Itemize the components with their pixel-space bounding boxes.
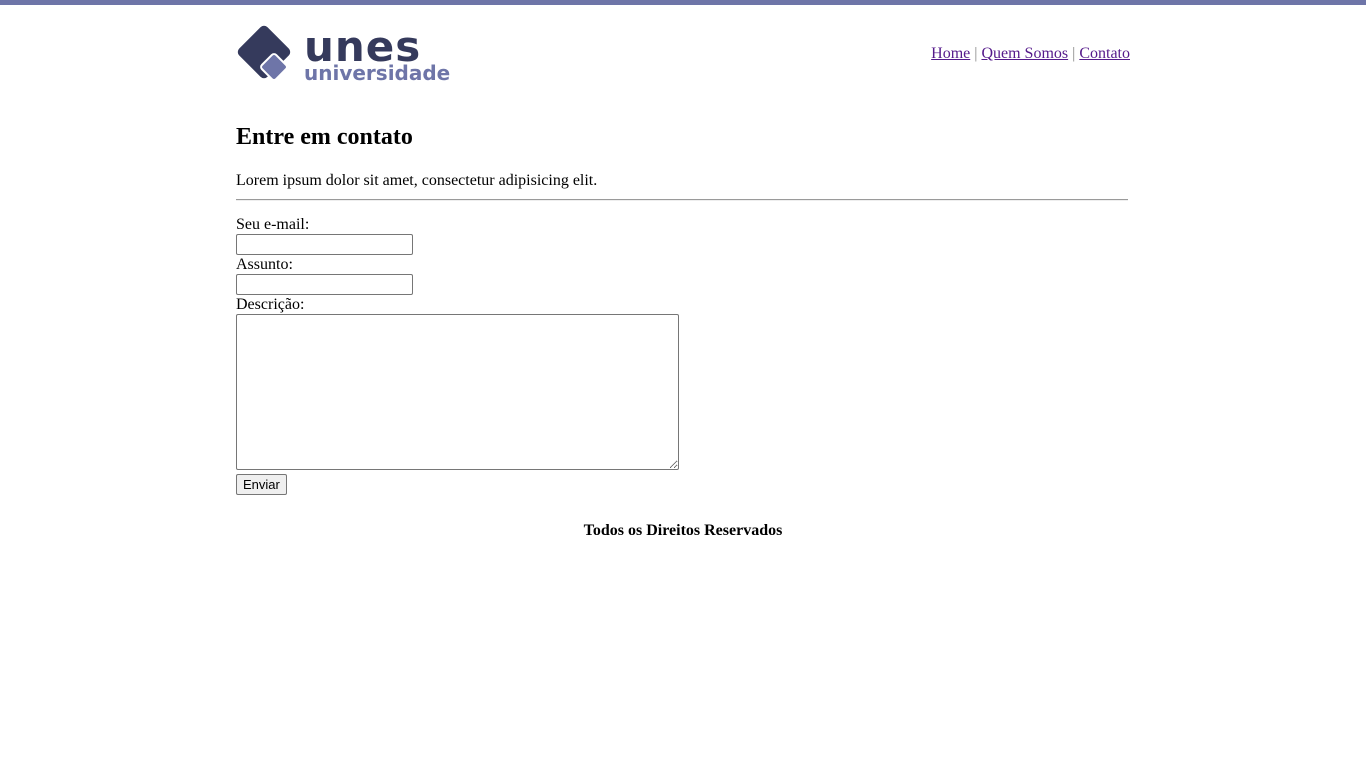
nav-contato-link[interactable]: Contato xyxy=(1079,45,1130,62)
logo-mark-icon xyxy=(237,25,291,81)
email-label: Seu e-mail: xyxy=(236,216,310,233)
intro-text: Lorem ipsum dolor sit amet, consectetur … xyxy=(236,172,598,189)
subject-label: Assunto: xyxy=(236,256,293,273)
email-field[interactable] xyxy=(236,234,413,255)
unes-logo[interactable]: unes universidade xyxy=(236,24,450,86)
nav-quem-somos-link[interactable]: Quem Somos xyxy=(981,45,1068,62)
contact-form: Seu e-mail: Assunto: Descrição: Enviar xyxy=(236,215,679,495)
nav-separator: | xyxy=(974,45,978,62)
description-textarea[interactable] xyxy=(236,314,679,470)
divider xyxy=(236,199,1128,201)
page-container: unes universidade Home | Quem Somos | Co… xyxy=(236,5,1130,539)
nav-separator: | xyxy=(1072,45,1076,62)
subject-field[interactable] xyxy=(236,274,413,295)
top-nav: Home | Quem Somos | Contato xyxy=(931,45,1130,63)
logo-sub: universidade xyxy=(304,61,450,85)
footer-text: Todos os Direitos Reservados xyxy=(583,522,783,539)
header: unes universidade Home | Quem Somos | Co… xyxy=(236,5,1130,90)
nav-home-link[interactable]: Home xyxy=(931,45,970,62)
description-label: Descrição: xyxy=(236,296,305,313)
submit-button[interactable]: Enviar xyxy=(236,474,287,495)
page-title: Entre em contato xyxy=(236,124,413,150)
